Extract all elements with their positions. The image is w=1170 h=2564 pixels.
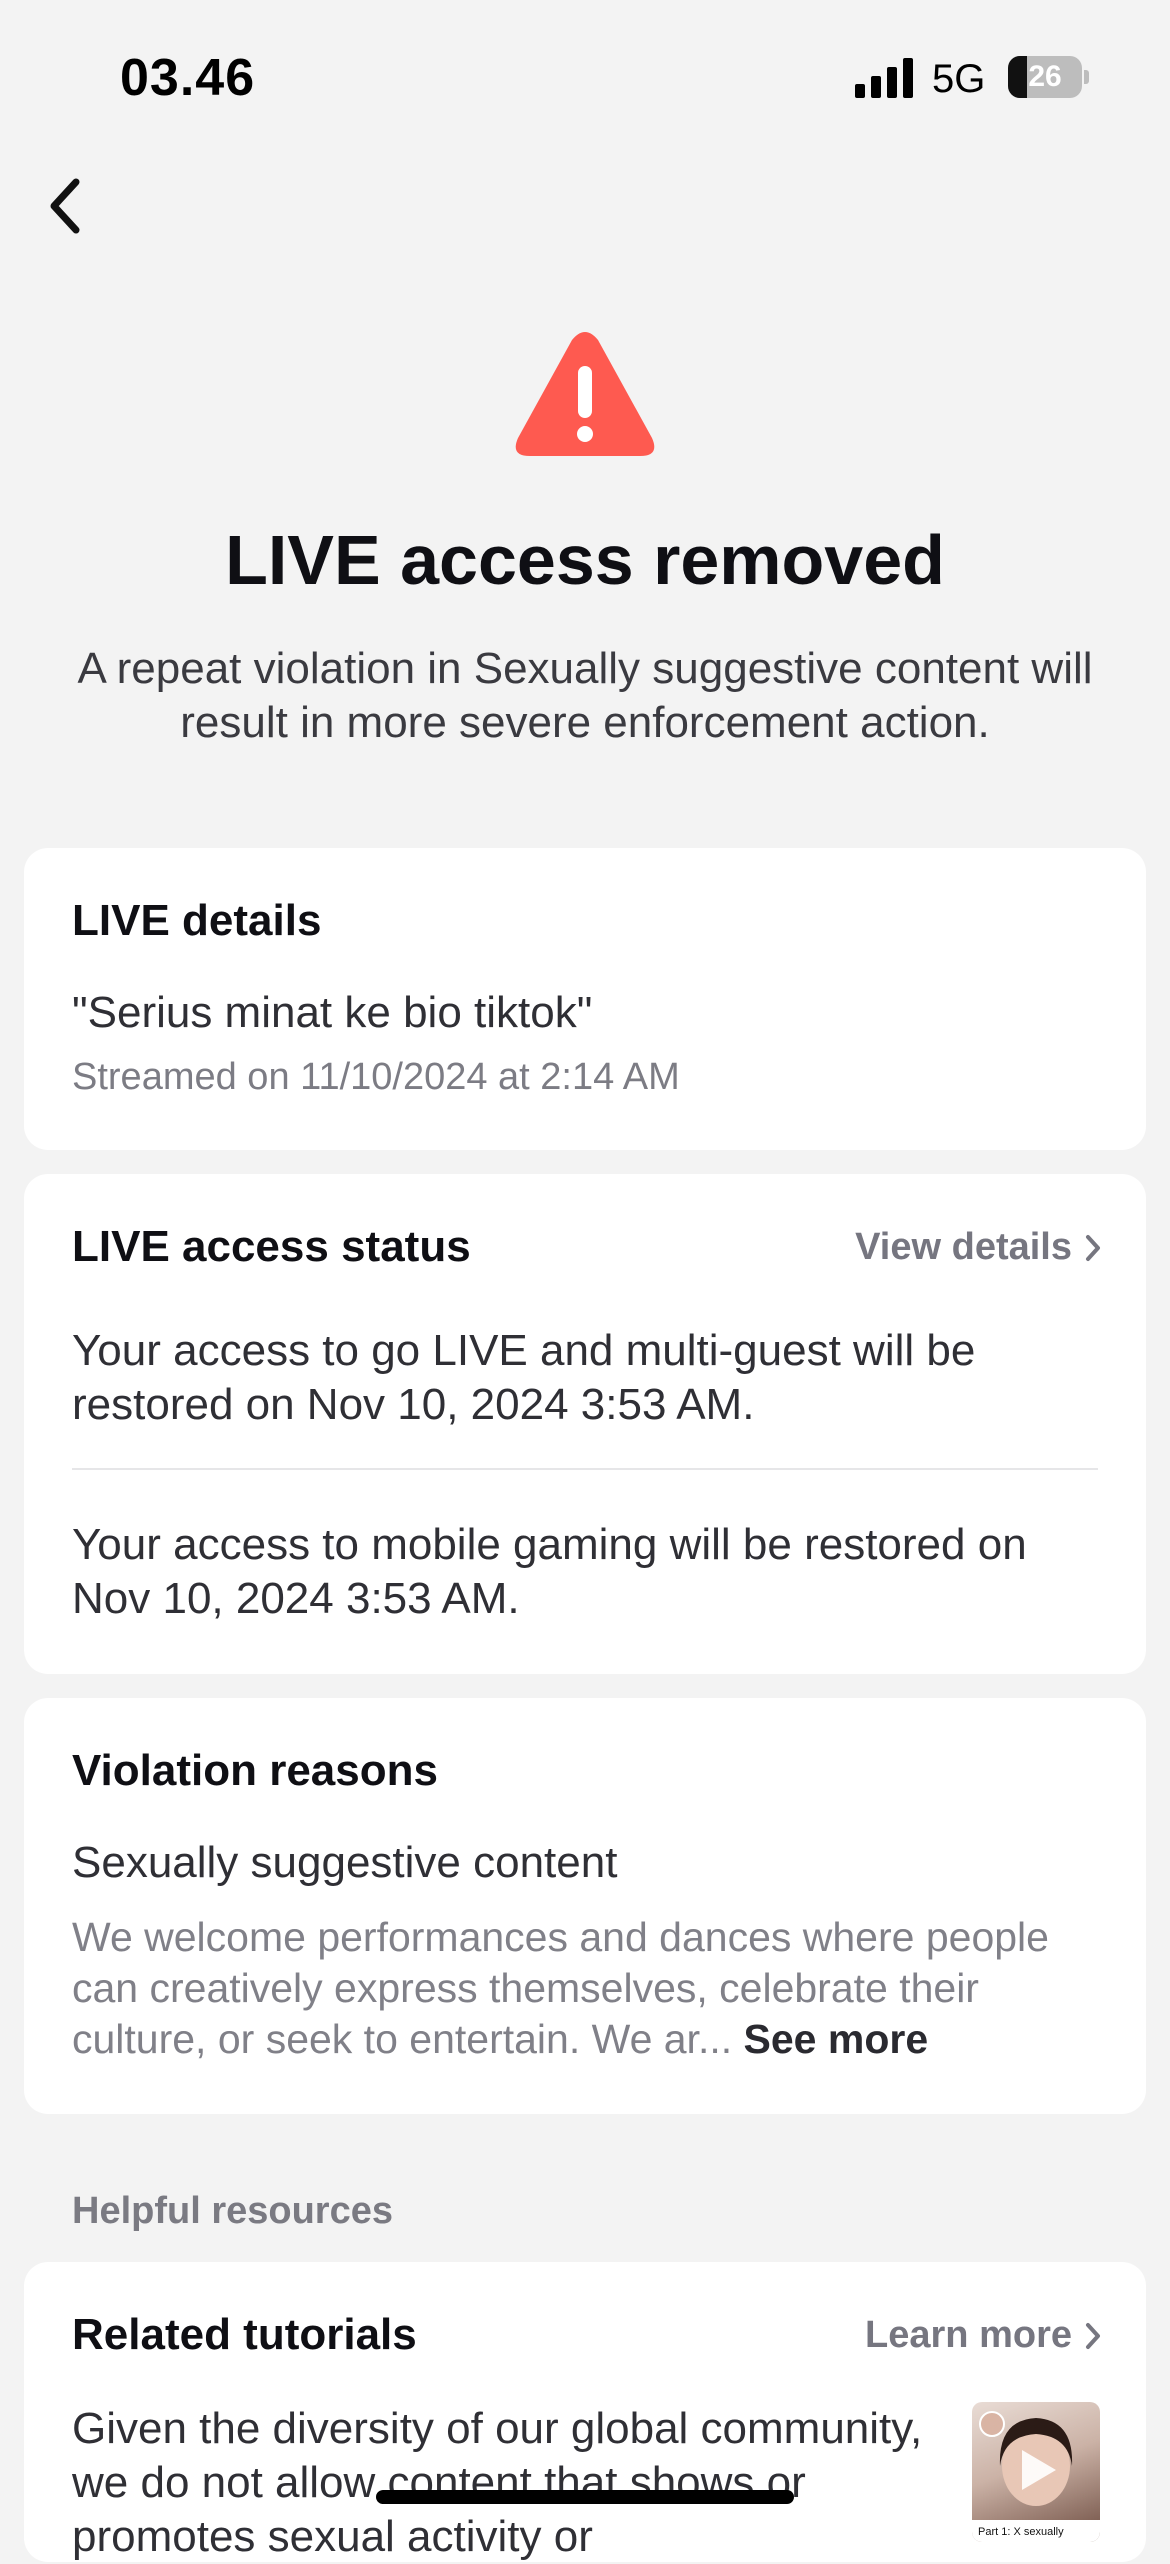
live-details-heading: LIVE details bbox=[72, 896, 322, 945]
learn-more-label: Learn more bbox=[865, 2314, 1072, 2356]
view-details-link[interactable]: View details bbox=[855, 1226, 1102, 1269]
violation-reason: Sexually suggestive content bbox=[72, 1838, 618, 1887]
status-time: 03.46 bbox=[120, 49, 256, 107]
thumbnail-caption: Part 1: X sexually bbox=[978, 2526, 1064, 2538]
signal-strength-icon bbox=[855, 58, 913, 98]
divider bbox=[72, 1468, 1098, 1470]
related-tutorials-card: Related tutorials Learn more Given the d… bbox=[24, 2262, 1146, 2562]
helpful-resources-label: Helpful resources bbox=[72, 2190, 393, 2232]
chevron-left-icon bbox=[50, 178, 80, 234]
status-bar: 03.46 5G 26 bbox=[0, 0, 1170, 150]
access-status-heading: LIVE access status bbox=[72, 1222, 471, 1271]
tutorial-thumbnail[interactable]: Part 1: X sexually bbox=[972, 2402, 1100, 2542]
access-status-card: LIVE access status View details Your acc… bbox=[24, 1174, 1146, 1674]
see-more-link[interactable]: See more bbox=[744, 2016, 929, 2062]
violation-reasons-card: Violation reasons Sexually suggestive co… bbox=[24, 1698, 1146, 2114]
page-subtitle: A repeat violation in Sexually suggestiv… bbox=[77, 644, 1093, 747]
violation-reasons-heading: Violation reasons bbox=[72, 1746, 438, 1795]
warning-triangle-icon bbox=[515, 332, 655, 456]
view-details-label: View details bbox=[855, 1226, 1072, 1268]
chevron-right-icon bbox=[1086, 1234, 1100, 1261]
back-button[interactable] bbox=[36, 168, 96, 244]
violation-description: We welcome performances and dances where… bbox=[72, 1912, 1112, 2065]
access-status-item: Your access to mobile gaming will be res… bbox=[72, 1520, 1027, 1623]
network-type: 5G bbox=[932, 57, 986, 101]
related-tutorials-heading: Related tutorials bbox=[72, 2310, 417, 2359]
live-details-card: LIVE details "Serius minat ke bio tiktok… bbox=[24, 848, 1146, 1150]
chevron-right-icon bbox=[1086, 2322, 1100, 2349]
access-status-item: Your access to go LIVE and multi-guest w… bbox=[72, 1326, 976, 1429]
home-indicator[interactable] bbox=[376, 2490, 794, 2504]
tutorial-thumbnail-image: Part 1: X sexually bbox=[972, 2411, 1100, 2542]
stream-title: "Serius minat ke bio tiktok" bbox=[72, 988, 593, 1037]
streamed-on: Streamed on 11/10/2024 at 2:14 AM bbox=[72, 1056, 680, 1098]
page-title: LIVE access removed bbox=[225, 521, 945, 599]
learn-more-link[interactable]: Learn more bbox=[865, 2314, 1102, 2357]
battery-percent: 26 bbox=[1028, 60, 1062, 93]
battery-icon: 26 bbox=[1008, 56, 1089, 98]
tutorial-text: Given the diversity of our global commun… bbox=[72, 2404, 923, 2561]
